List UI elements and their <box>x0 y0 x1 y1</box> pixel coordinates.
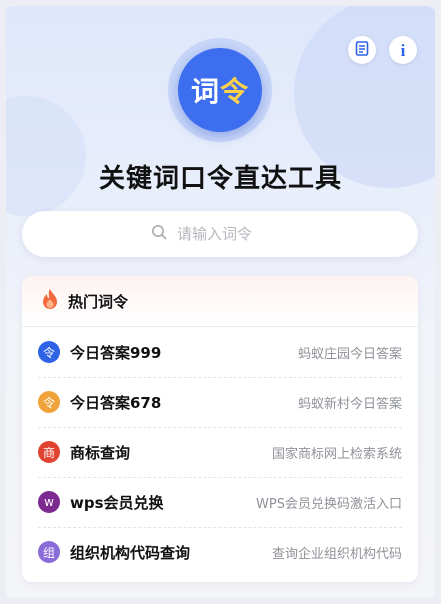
hot-list-heading: 热门词令 <box>68 292 129 311</box>
hot-list-header: 热门词令 <box>22 276 418 327</box>
search-bar[interactable] <box>22 211 418 257</box>
hot-item[interactable]: w wps会员兑换 WPS会员兑换码激活入口 <box>22 477 418 527</box>
hot-item[interactable]: 组 组织机构代码查询 查询企业组织机构代码 <box>22 527 418 577</box>
item-desc: 蚂蚁庄园今日答案 <box>297 346 402 362</box>
hot-item[interactable]: 令 今日答案999 蚂蚁庄园今日答案 <box>22 327 418 377</box>
app-frame: i 词令 关键词口令直达工具 热门词令 令 今日答 <box>6 6 435 598</box>
logo-char-accent: 令 <box>220 75 250 108</box>
item-badge: 商 <box>38 441 60 463</box>
item-desc: 蚂蚁新村今日答案 <box>297 396 402 412</box>
item-title: 组织机构代码查询 <box>70 543 191 562</box>
info-button[interactable]: i <box>389 36 417 64</box>
info-icon: i <box>400 40 406 60</box>
decor-bubble <box>6 96 86 216</box>
item-desc: WPS会员兑换码激活入口 <box>256 496 402 512</box>
item-title: 今日答案678 <box>70 393 162 412</box>
logo-halo: 词令 <box>168 38 272 142</box>
logo-char: 词 <box>190 75 220 108</box>
hot-item[interactable]: 商 商标查询 国家商标网上检索系统 <box>22 427 418 477</box>
item-desc: 国家商标网上检索系统 <box>271 446 402 462</box>
search-icon <box>151 224 167 244</box>
hot-item[interactable]: 令 今日答案678 蚂蚁新村今日答案 <box>22 377 418 427</box>
page-title: 关键词口令直达工具 <box>98 164 342 194</box>
document-button[interactable] <box>348 36 376 64</box>
item-title: 今日答案999 <box>70 343 162 362</box>
item-title: 商标查询 <box>70 443 131 462</box>
item-badge: w <box>38 491 60 513</box>
search-input[interactable] <box>175 224 289 244</box>
item-badge: 令 <box>38 341 60 363</box>
document-icon <box>355 40 369 60</box>
item-desc: 查询企业组织机构代码 <box>271 546 402 562</box>
item-title: wps会员兑换 <box>70 493 164 512</box>
hot-list-card: 热门词令 令 今日答案999 蚂蚁庄园今日答案 令 今日答案678 蚂蚁新村今日… <box>22 276 418 582</box>
fire-icon <box>40 288 60 314</box>
item-badge: 组 <box>38 541 60 563</box>
app-logo: 词令 <box>178 48 262 132</box>
item-badge: 令 <box>38 391 60 413</box>
